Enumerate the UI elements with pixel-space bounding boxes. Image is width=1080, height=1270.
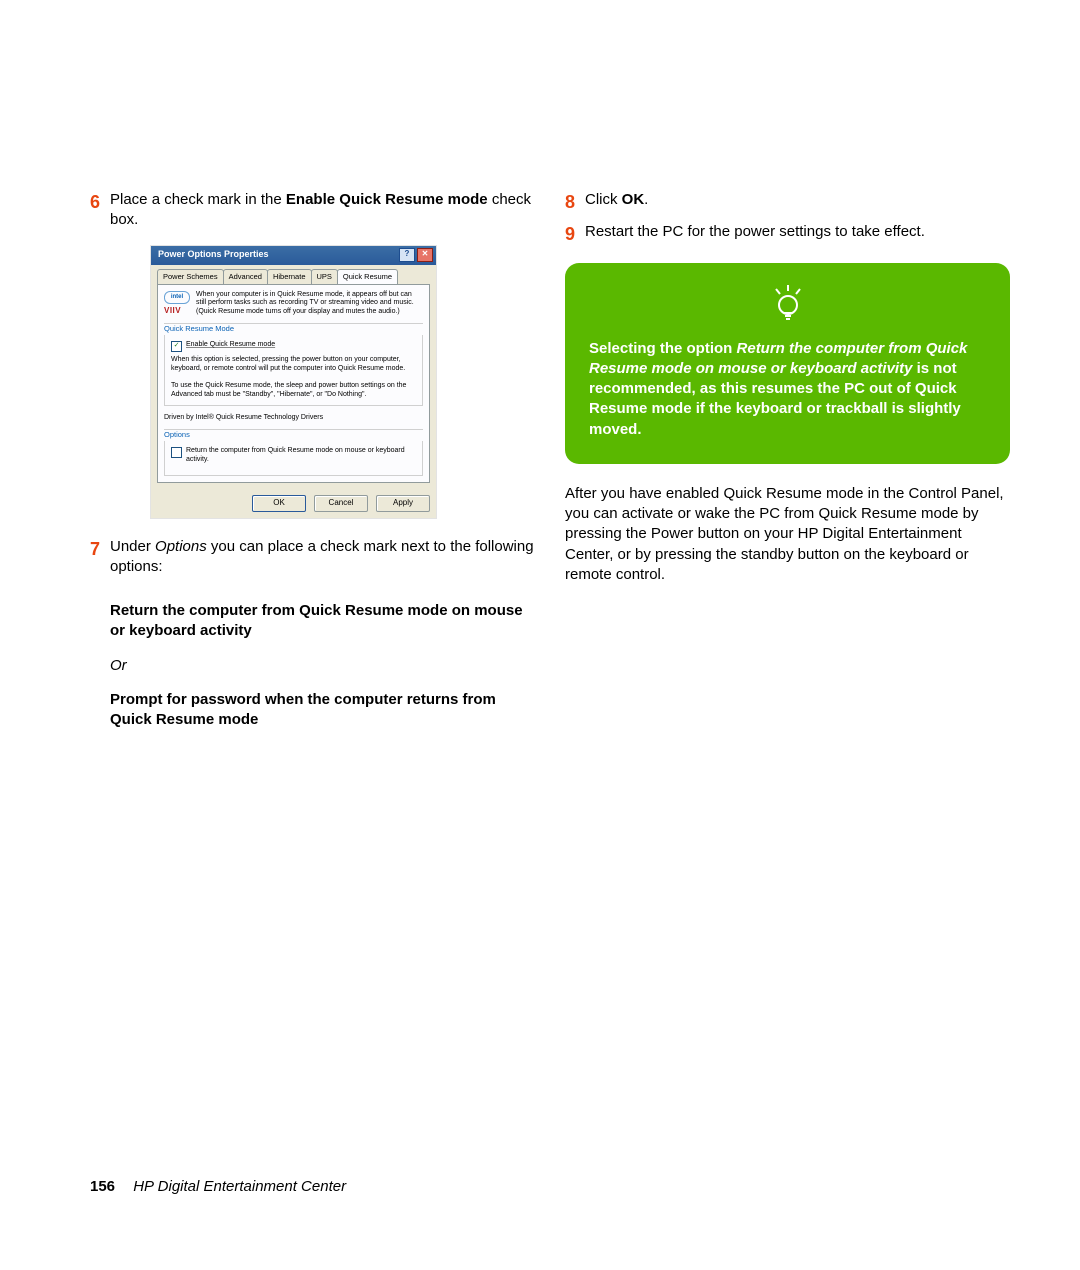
step-7: 7 Under Options you can place a check ma… [90,537,535,578]
group1-desc2: To use the Quick Resume mode, the sleep … [171,382,416,400]
step-number: 9 [565,222,585,246]
dialog-intro: When your computer is in Quick Resume mo… [196,291,423,317]
right-column: 8 Click OK. 9 Restart the PC for the pow… [565,190,1010,740]
step-number: 6 [90,190,110,231]
intel-logos: intel VIIV [164,291,190,317]
option-a: Return the computer from Quick Resume mo… [110,601,535,642]
return-on-activity-label: Return the computer from Quick Resume mo… [186,447,416,465]
step-text: Under Options you can place a check mark… [110,537,535,578]
close-icon[interactable]: ✕ [417,248,433,262]
tab-quick-resume[interactable]: Quick Resume [337,269,398,284]
page-footer: 156 HP Digital Entertainment Center [90,1178,346,1195]
dialog-screenshot: Power Options Properties ? ✕ Power Schem… [150,245,437,519]
tab-hibernate[interactable]: Hibernate [267,269,312,284]
return-on-activity-checkbox[interactable] [171,447,182,458]
warning-callout: Selecting the option Return the computer… [565,263,1010,464]
footer-title: HP Digital Entertainment Center [133,1178,346,1195]
cancel-button[interactable]: Cancel [314,495,368,512]
step-9: 9 Restart the PC for the power settings … [565,222,1010,246]
apply-button[interactable]: Apply [376,495,430,512]
step-text: Place a check mark in the Enable Quick R… [110,190,535,231]
dialog-titlebar: Power Options Properties ? ✕ [151,246,436,265]
viiv-logo-icon: VIIV [164,306,190,316]
step-6: 6 Place a check mark in the Enable Quick… [90,190,535,231]
enable-quick-resume-label: Enable Quick Resume mode [186,341,275,350]
tab-advanced[interactable]: Advanced [223,269,268,284]
lightbulb-icon [768,283,808,323]
after-text: After you have enabled Quick Resume mode… [565,484,1010,585]
step-number: 8 [565,190,585,214]
step-text: Click OK. [585,190,1010,214]
dialog-title: Power Options Properties [158,248,269,260]
left-column: 6 Place a check mark in the Enable Quick… [90,190,535,740]
page-number: 156 [90,1178,115,1195]
driver-text: Driven by Intel® Quick Resume Technology… [164,414,423,423]
group-quick-resume: Quick Resume Mode [164,324,423,333]
option-b: Prompt for password when the computer re… [110,690,535,731]
tab-ups[interactable]: UPS [311,269,338,284]
help-icon[interactable]: ? [399,248,415,262]
group1-desc1: When this option is selected, pressing t… [171,356,416,374]
group-options: Options [164,430,423,439]
step-8: 8 Click OK. [565,190,1010,214]
enable-quick-resume-checkbox[interactable]: ✓ [171,341,182,352]
step-text: Restart the PC for the power settings to… [585,222,1010,246]
tab-power-schemes[interactable]: Power Schemes [157,269,224,284]
intel-logo-icon: intel [164,291,190,305]
or-text: Or [110,656,535,676]
dialog-tabs: Power Schemes Advanced Hibernate UPS Qui… [151,265,436,284]
ok-button[interactable]: OK [252,495,306,512]
step-number: 7 [90,537,110,578]
